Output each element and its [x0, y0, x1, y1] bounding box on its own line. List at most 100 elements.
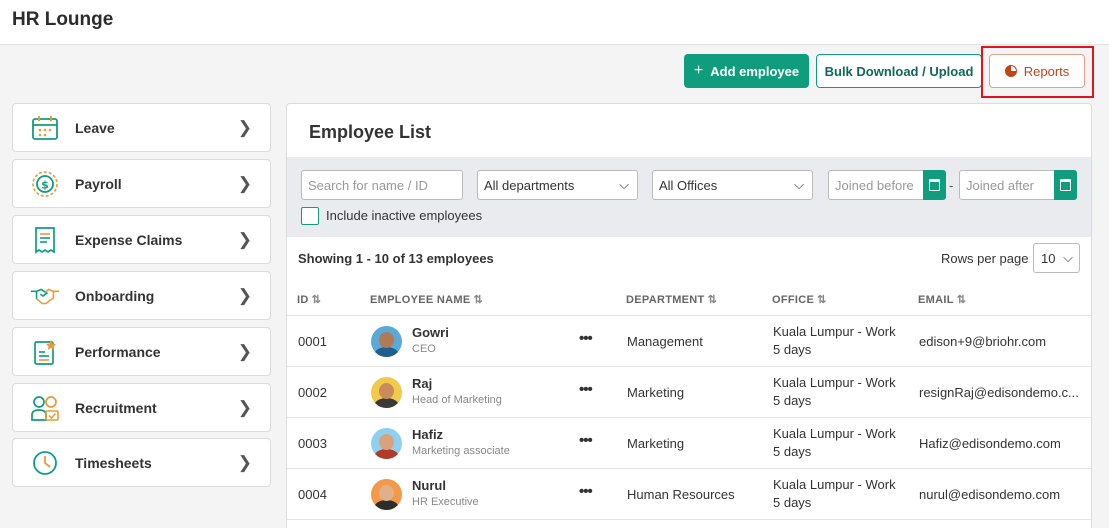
clock-icon — [30, 448, 60, 478]
employee-email: Hafiz@edisondemo.com — [919, 436, 1061, 451]
bulk-download-upload-button[interactable]: Bulk Download / Upload — [816, 54, 982, 88]
rows-per-page-select[interactable]: 10 ⌵ — [1033, 243, 1080, 273]
calendar-icon — [30, 113, 60, 143]
chevron-right-icon: ❯ — [237, 230, 252, 249]
chevron-right-icon: ❯ — [237, 398, 252, 417]
joined-after-calendar-button[interactable] — [1054, 170, 1077, 200]
sort-icon: ⇅ — [956, 294, 967, 306]
column-header-office[interactable]: OFFICE ⇅ — [772, 293, 827, 306]
avatar — [371, 428, 402, 459]
employee-office: Kuala Lumpur - Work — [773, 324, 896, 339]
table-row[interactable]: 0003 Hafiz Marketing associate ••• Marke… — [287, 418, 1091, 469]
chevron-right-icon: ❯ — [237, 342, 252, 361]
reports-button[interactable]: Reports — [989, 54, 1085, 88]
sidebar-item-label: Leave — [75, 119, 115, 136]
sidebar-item-payroll[interactable]: $ Payroll ❯ — [12, 159, 271, 208]
reports-label: Reports — [1023, 63, 1070, 79]
joined-before-input[interactable]: Joined before — [828, 170, 924, 200]
search-input[interactable]: Search for name / ID — [301, 170, 463, 200]
table-row[interactable]: 0002 Raj Head of Marketing ••• Marketing… — [287, 367, 1091, 418]
column-header-name[interactable]: EMPLOYEE NAME ⇅ — [370, 293, 483, 306]
employee-role: Marketing associate — [412, 445, 510, 457]
performance-icon — [30, 337, 60, 367]
more-dots-icon[interactable]: ••• — [579, 483, 593, 500]
employee-id: 0003 — [298, 436, 327, 451]
payroll-icon: $ — [30, 169, 60, 199]
sidebar-item-onboarding[interactable]: Onboarding ❯ — [12, 271, 271, 320]
sidebar-item-label: Onboarding — [75, 287, 155, 304]
avatar — [371, 377, 402, 408]
department-select[interactable]: All departments ⌵ — [477, 170, 638, 200]
employee-department: Marketing — [627, 436, 685, 451]
employee-department: Human Resources — [627, 487, 735, 502]
employee-id: 0002 — [298, 385, 327, 400]
table-row[interactable]: 0004 Nurul HR Executive ••• Human Resour… — [287, 469, 1091, 520]
office-select-value: All Offices — [659, 177, 718, 193]
panel-title: Employee List — [309, 122, 432, 142]
top-bar: HR Lounge — [0, 0, 1109, 45]
recruitment-icon — [30, 393, 60, 423]
include-inactive-checkbox[interactable] — [301, 207, 319, 225]
chevron-right-icon: ❯ — [237, 118, 252, 137]
sort-icon: ⇅ — [473, 294, 483, 306]
chevron-right-icon: ❯ — [237, 286, 252, 305]
sidebar-item-label: Expense Claims — [75, 231, 183, 248]
sidebar-item-expense-claims[interactable]: Expense Claims ❯ — [12, 215, 271, 264]
table-row[interactable]: 0001 Gowri CEO ••• Management Kuala Lump… — [287, 316, 1091, 367]
office-select[interactable]: All Offices ⌵ — [652, 170, 813, 200]
sidebar-item-recruitment[interactable]: Recruitment ❯ — [12, 383, 271, 432]
chevron-down-icon: ⌵ — [619, 177, 629, 192]
include-inactive-label: Include inactive employees — [326, 208, 483, 223]
employee-list-panel: Employee List Search for name / ID All d… — [286, 103, 1092, 528]
sidebar-item-timesheets[interactable]: Timesheets ❯ — [12, 438, 271, 487]
employee-office-days: 5 days — [773, 393, 812, 408]
pie-chart-icon — [1004, 65, 1017, 77]
sort-icon: ⇅ — [707, 294, 718, 306]
employee-name[interactable]: Gowri — [412, 325, 449, 340]
column-header-email[interactable]: EMAIL ⇅ — [918, 293, 966, 306]
svg-text:$: $ — [41, 178, 49, 191]
employee-name[interactable]: Raj — [412, 376, 432, 391]
app-title: HR Lounge — [12, 9, 114, 30]
employee-department: Management — [627, 334, 703, 349]
rows-per-page-value: 10 — [1041, 250, 1056, 266]
employee-email: resignRaj@edisondemo.c... — [919, 385, 1079, 400]
sort-icon: ⇅ — [817, 294, 827, 306]
sidebar-item-label: Recruitment — [75, 399, 157, 416]
add-employee-button[interactable]: + Add employee — [684, 54, 809, 88]
employee-id: 0004 — [298, 487, 327, 502]
receipt-icon — [30, 225, 60, 255]
employee-name[interactable]: Nurul — [412, 478, 446, 493]
employee-role: HR Executive — [412, 496, 479, 508]
joined-before-calendar-button[interactable] — [923, 170, 946, 200]
more-dots-icon[interactable]: ••• — [579, 330, 593, 347]
employee-email: edison+9@briohr.com — [919, 334, 1047, 349]
employee-name[interactable]: Hafiz — [412, 427, 443, 442]
plus-icon: + — [693, 62, 704, 79]
employee-office-days: 5 days — [773, 495, 812, 510]
more-dots-icon[interactable]: ••• — [579, 432, 593, 449]
employee-office: Kuala Lumpur - Work — [773, 477, 896, 492]
employee-office-days: 5 days — [773, 342, 812, 357]
sidebar-item-label: Payroll — [75, 175, 122, 192]
handshake-icon — [30, 281, 60, 311]
sidebar-item-label: Performance — [75, 343, 161, 360]
employee-role: Head of Marketing — [412, 394, 502, 406]
sort-icon: ⇅ — [311, 294, 322, 306]
sidebar-item-performance[interactable]: Performance ❯ — [12, 327, 271, 376]
employee-office-days: 5 days — [773, 444, 812, 459]
employee-office: Kuala Lumpur - Work — [773, 426, 896, 441]
rows-per-page-label: Rows per page — [941, 251, 1029, 266]
column-header-id[interactable]: ID ⇅ — [297, 293, 321, 306]
showing-count: Showing 1 - 10 of 13 employees — [298, 251, 494, 266]
employee-department: Marketing — [627, 385, 685, 400]
sidebar-item-leave[interactable]: Leave ❯ — [12, 103, 271, 152]
employee-id: 0001 — [298, 334, 327, 349]
joined-after-input[interactable]: Joined after — [959, 170, 1055, 200]
add-employee-label: Add employee — [710, 63, 800, 79]
avatar — [371, 326, 402, 357]
calendar-icon — [1060, 179, 1071, 191]
column-header-department[interactable]: DEPARTMENT ⇅ — [626, 293, 717, 306]
more-dots-icon[interactable]: ••• — [579, 381, 593, 398]
bulk-label: Bulk Download / Upload — [824, 63, 974, 79]
